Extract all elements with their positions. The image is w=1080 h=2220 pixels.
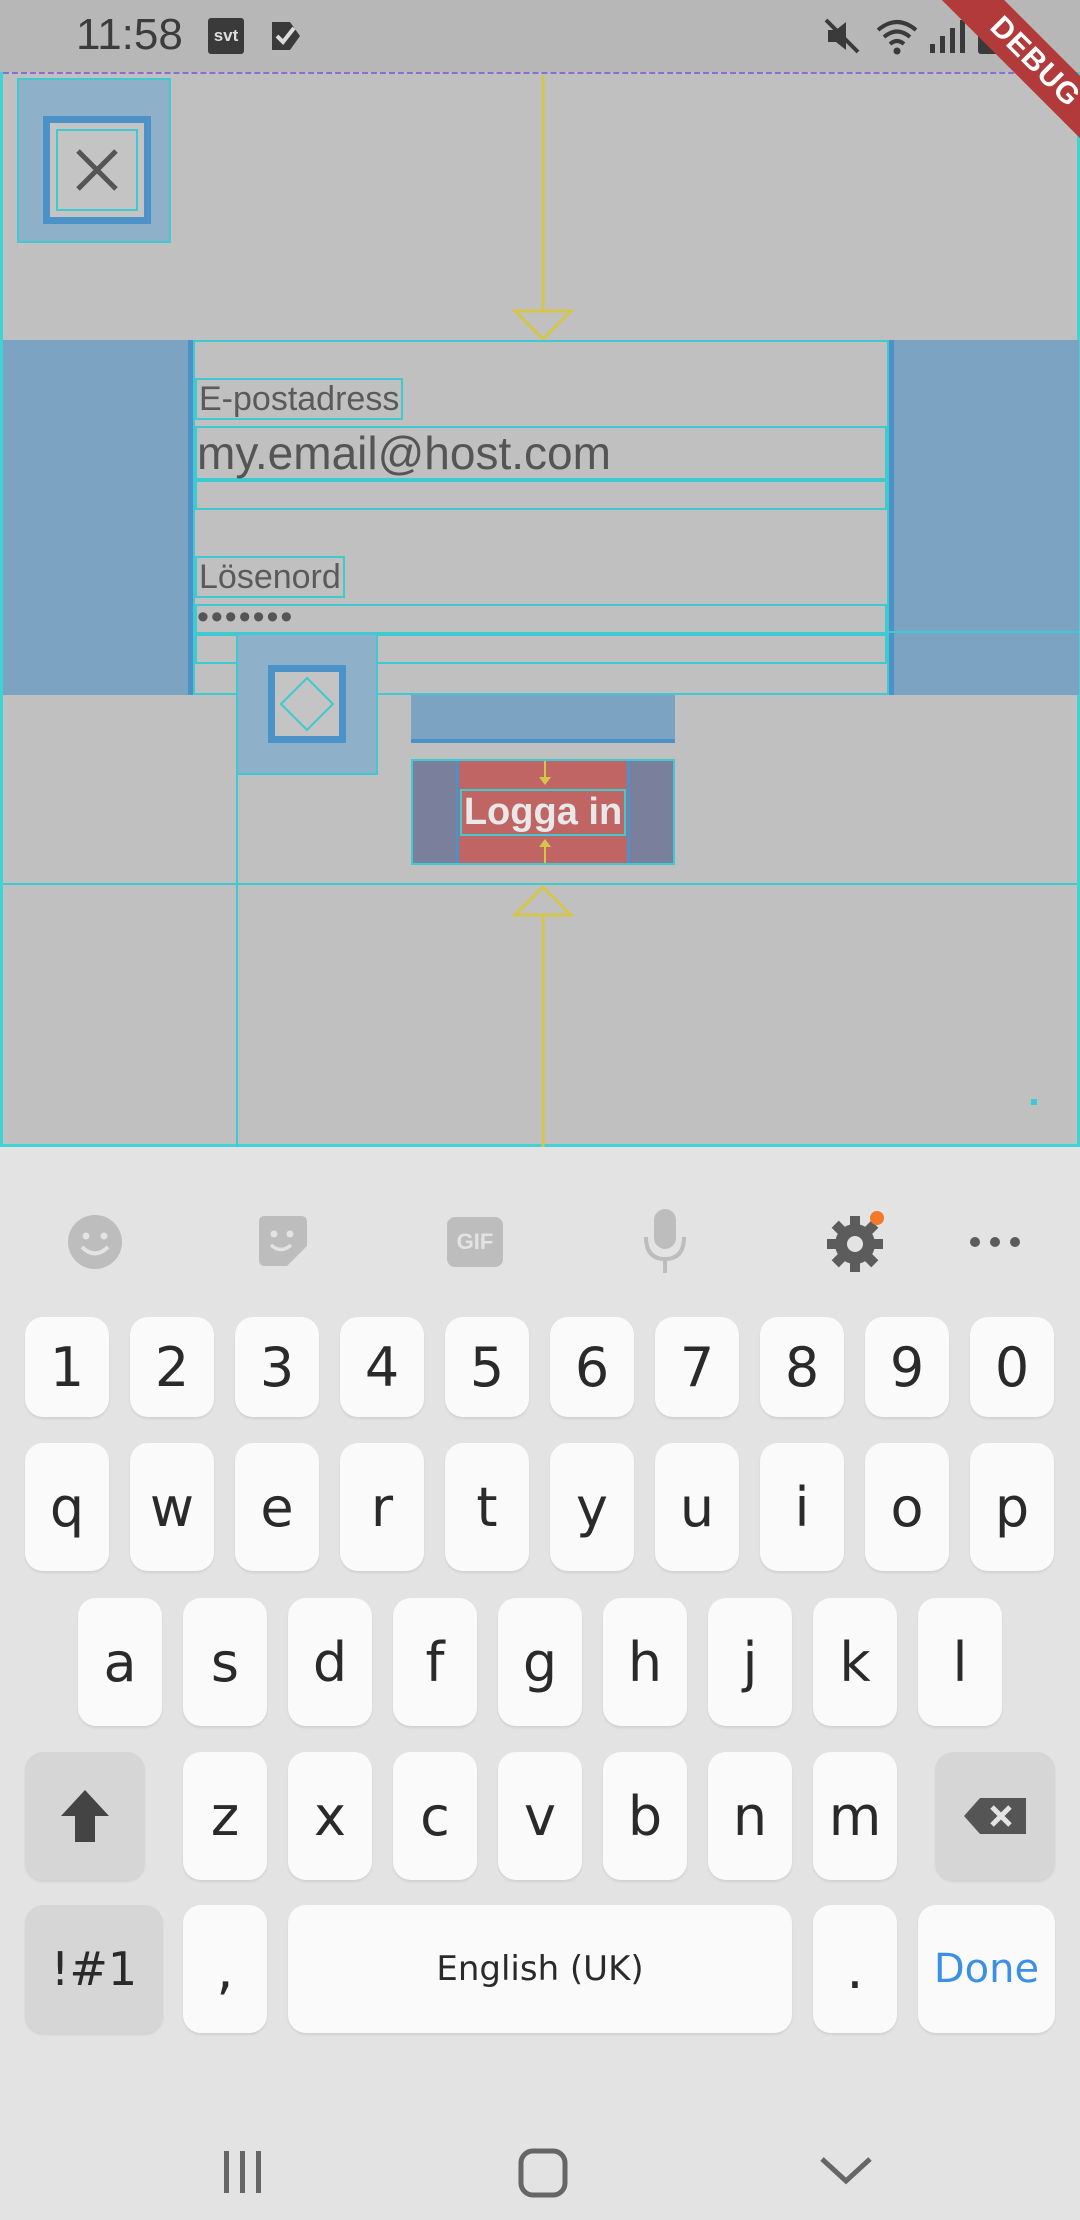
wifi-icon xyxy=(876,20,918,55)
mic-icon[interactable] xyxy=(630,1207,700,1277)
backspace-key[interactable] xyxy=(935,1752,1055,1880)
key-q[interactable]: q xyxy=(25,1443,109,1571)
key-v[interactable]: v xyxy=(498,1752,582,1880)
status-time: 11:58 xyxy=(76,10,183,59)
key-0[interactable]: 0 xyxy=(970,1317,1054,1417)
key-1[interactable]: 1 xyxy=(25,1317,109,1417)
key-z[interactable]: z xyxy=(183,1752,267,1880)
password-field-box[interactable]: ••••••• xyxy=(195,598,887,636)
key-k[interactable]: k xyxy=(813,1598,897,1726)
spacing-arrow-top xyxy=(511,75,575,342)
backspace-icon xyxy=(964,1798,1026,1834)
key-d[interactable]: d xyxy=(288,1598,372,1726)
password-label: Lösenord xyxy=(195,556,345,598)
more-icon[interactable] xyxy=(960,1207,1030,1277)
key-t[interactable]: t xyxy=(445,1443,529,1571)
key-4[interactable]: 4 xyxy=(340,1317,424,1417)
key-a[interactable]: a xyxy=(78,1598,162,1726)
email-field-underline xyxy=(195,480,887,510)
gif-label: GIF xyxy=(447,1217,503,1267)
key-f[interactable]: f xyxy=(393,1598,477,1726)
shift-icon xyxy=(61,1790,109,1842)
close-icon xyxy=(76,149,118,191)
email-label: E-postadress xyxy=(195,378,404,420)
key-l[interactable]: l xyxy=(918,1598,1002,1726)
key-n[interactable]: n xyxy=(708,1752,792,1880)
mute-icon xyxy=(824,18,860,54)
soft-keyboard: GIF 12 3 4 5 6 7 8 9 0 q w e r t y u i o… xyxy=(0,1147,1080,2147)
space-key[interactable]: English (UK) xyxy=(288,1905,792,2033)
button-top-padding xyxy=(411,695,675,743)
corner-dot xyxy=(1031,1099,1037,1105)
key-h[interactable]: h xyxy=(603,1598,687,1726)
app-canvas: E-postadress my.email@host.com Lösenord … xyxy=(0,0,1080,1147)
key-u[interactable]: u xyxy=(655,1443,739,1571)
key-p[interactable]: p xyxy=(970,1443,1054,1571)
key-3[interactable]: 3 xyxy=(235,1317,319,1417)
key-5[interactable]: 5 xyxy=(445,1317,529,1417)
key-2[interactable]: 2 xyxy=(130,1317,214,1417)
email-field-box[interactable]: my.email@host.com xyxy=(195,426,887,480)
password-field[interactable]: ••••••• xyxy=(197,598,294,637)
key-9[interactable]: 9 xyxy=(865,1317,949,1417)
key-b[interactable]: b xyxy=(603,1752,687,1880)
notification-dot xyxy=(870,1211,884,1225)
signal-icon xyxy=(930,20,965,53)
spacing-arrow-bottom xyxy=(511,884,575,1147)
key-g[interactable]: g xyxy=(498,1598,582,1726)
email-field[interactable]: my.email@host.com xyxy=(197,426,611,480)
key-r[interactable]: r xyxy=(340,1443,424,1571)
spacing-arrow xyxy=(539,761,551,863)
key-s[interactable]: s xyxy=(183,1598,267,1726)
sticker-icon[interactable] xyxy=(248,1207,318,1277)
guide-line xyxy=(236,695,238,1147)
right-padding-region xyxy=(889,340,1079,695)
key-j[interactable]: j xyxy=(708,1598,792,1726)
comma-key[interactable]: , xyxy=(183,1905,267,2033)
key-x[interactable]: x xyxy=(288,1752,372,1880)
key-e[interactable]: e xyxy=(235,1443,319,1571)
close-button[interactable] xyxy=(43,116,151,224)
key-i[interactable]: i xyxy=(760,1443,844,1571)
key-8[interactable]: 8 xyxy=(760,1317,844,1417)
key-6[interactable]: 6 xyxy=(550,1317,634,1417)
period-key[interactable]: . xyxy=(813,1905,897,2033)
key-y[interactable]: y xyxy=(550,1443,634,1571)
gif-icon[interactable]: GIF xyxy=(440,1207,510,1277)
done-key[interactable]: Done xyxy=(918,1905,1055,2033)
button-container: Logga in xyxy=(411,759,675,865)
settings-icon[interactable] xyxy=(820,1207,890,1277)
navigation-bar xyxy=(0,2147,1080,2220)
key-7[interactable]: 7 xyxy=(655,1317,739,1417)
svt-icon: svt xyxy=(208,18,244,54)
back-chevron-down-icon[interactable] xyxy=(818,2151,874,2191)
key-w[interactable]: w xyxy=(130,1443,214,1571)
key-o[interactable]: o xyxy=(865,1443,949,1571)
check-icon xyxy=(272,22,300,50)
recent-apps-icon[interactable] xyxy=(218,2147,268,2197)
symbols-key[interactable]: !#1 xyxy=(25,1905,163,2033)
key-c[interactable]: c xyxy=(393,1752,477,1880)
diamond-icon xyxy=(279,676,335,732)
guide-line xyxy=(889,631,1079,633)
emoji-icon[interactable] xyxy=(60,1207,130,1277)
status-bar: 11:58 svt xyxy=(0,0,1080,72)
home-icon[interactable] xyxy=(517,2147,569,2199)
shift-key[interactable] xyxy=(25,1752,145,1880)
remember-checkbox[interactable] xyxy=(268,665,346,743)
key-m[interactable]: m xyxy=(813,1752,897,1880)
left-padding-region xyxy=(3,340,193,695)
